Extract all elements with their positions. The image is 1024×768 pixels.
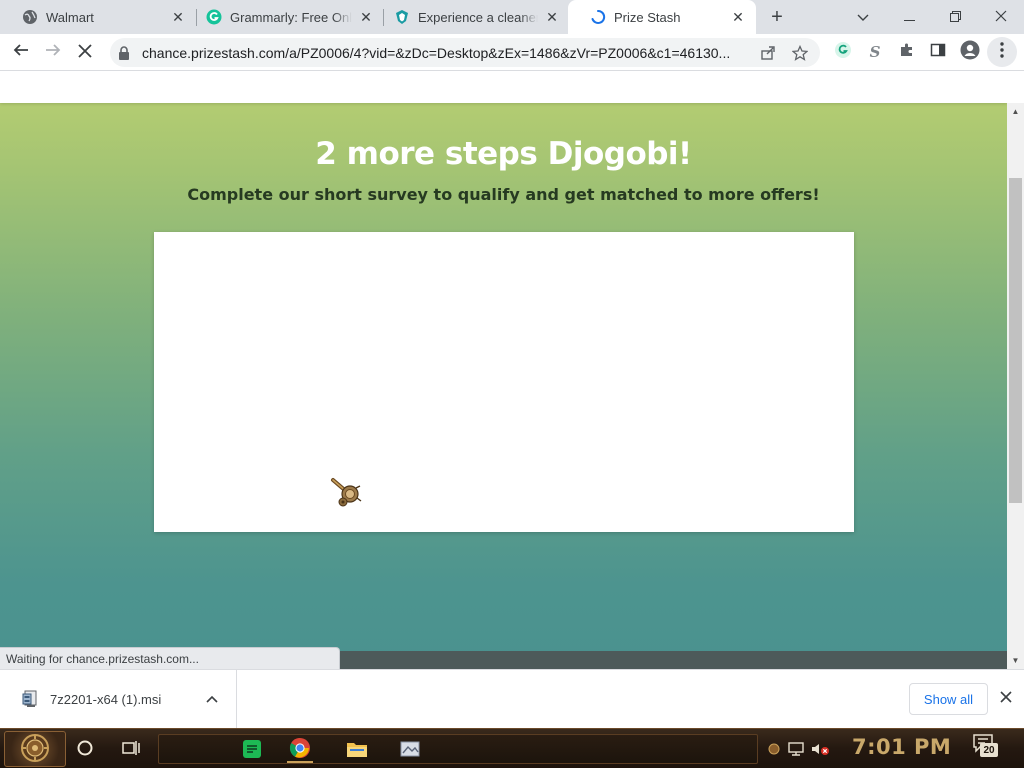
close-icon[interactable]: ✕ (730, 9, 746, 25)
page-scrollbar[interactable]: ▲ ▼ (1007, 103, 1024, 669)
kebab-menu-icon (1000, 41, 1004, 63)
arrow-left-icon (13, 42, 29, 63)
restore-button[interactable] (932, 0, 978, 34)
share-icon[interactable] (756, 41, 780, 65)
tray-app-icon[interactable] (764, 739, 784, 759)
close-window-button[interactable] (978, 0, 1024, 34)
circle-icon (77, 740, 93, 759)
tab-grammarly[interactable]: Grammarly: Free Online Writing Assistant… (184, 0, 384, 34)
scroll-up-arrow-icon[interactable]: ▲ (1007, 103, 1024, 120)
browser-toolbar: chance.prizestash.com/a/PZ0006/4?vid=&zD… (0, 34, 1024, 71)
volume-muted-icon[interactable] (810, 739, 830, 759)
close-icon (1000, 690, 1012, 708)
page-viewport: 2 more steps Djogobi! Complete our short… (0, 71, 1007, 669)
installer-file-icon (22, 690, 38, 708)
survey-frame[interactable] (154, 232, 854, 532)
close-shelf-button[interactable] (994, 687, 1018, 711)
menu-button[interactable] (987, 37, 1017, 67)
task-view-button[interactable] (116, 734, 146, 764)
download-file-name: 7z2201-x64 (1).msi (50, 691, 162, 707)
extensions-button[interactable] (892, 37, 922, 67)
lock-icon[interactable] (118, 45, 132, 60)
tab-prize-stash[interactable]: Prize Stash ✕ (568, 0, 756, 34)
download-shelf: 7z2201-x64 (1).msi Show all (0, 669, 1024, 728)
chevron-up-icon[interactable] (202, 689, 222, 709)
avatar-icon (960, 40, 980, 65)
globe-icon (22, 9, 38, 25)
media-app[interactable] (397, 737, 423, 763)
scrollbar-thumb[interactable] (1009, 178, 1022, 503)
tab-title: Experience a cleaner internet (418, 9, 538, 25)
sticky-notes-app[interactable] (239, 737, 265, 763)
close-icon (995, 9, 1007, 25)
grammarly-icon (206, 9, 222, 25)
close-icon[interactable]: ✕ (544, 9, 560, 25)
arrow-right-icon (45, 42, 61, 63)
tab-search-button[interactable] (840, 0, 886, 34)
shield-icon (394, 9, 410, 25)
minimize-icon (903, 9, 915, 25)
puzzle-icon (899, 42, 915, 63)
tab-title: Walmart (46, 9, 94, 25)
profile-button[interactable] (955, 37, 985, 67)
loading-cursor-icon (330, 476, 364, 510)
tab-experience-cleaner-internet[interactable]: Experience a cleaner internet ✕ (372, 0, 570, 34)
page-subtitle: Complete our short survey to qualify and… (187, 185, 820, 204)
page-title: 2 more steps Djogobi! (315, 136, 692, 172)
loading-spinner-icon (590, 9, 606, 25)
grammarly-extension-button[interactable] (828, 37, 858, 67)
status-bubble: Waiting for chance.prizestash.com... (0, 647, 340, 669)
taskbar-apps (158, 734, 758, 764)
chrome-icon (289, 737, 311, 762)
s-extension-icon: S (869, 43, 881, 61)
stop-loading-button[interactable] (70, 37, 100, 67)
chrome-app[interactable] (287, 737, 313, 763)
clock[interactable]: 7:01 PM (852, 735, 951, 759)
close-icon (78, 42, 92, 63)
tab-title: Grammarly: Free Online Writing Assistant (230, 9, 352, 25)
start-button[interactable] (4, 731, 66, 767)
notification-count-badge: 20 (980, 743, 998, 757)
task-view-icon (122, 740, 140, 759)
steampunk-start-icon (20, 733, 50, 766)
windows-taskbar: 7:01 PM 20 (0, 728, 1024, 768)
url-text[interactable]: chance.prizestash.com/a/PZ0006/4?vid=&zD… (142, 45, 754, 61)
tab-title: Prize Stash (614, 9, 681, 25)
show-all-button[interactable]: Show all (909, 683, 988, 715)
chevron-down-icon (857, 9, 869, 25)
file-explorer-app[interactable] (344, 737, 370, 763)
restore-icon (949, 9, 961, 25)
notes-icon (242, 739, 262, 762)
star-icon[interactable] (788, 41, 812, 65)
side-panel-button[interactable] (923, 37, 953, 67)
new-tab-button[interactable]: + (764, 6, 790, 28)
media-icon (399, 739, 421, 762)
s-extension-button[interactable]: S (860, 37, 890, 67)
action-center-button[interactable]: 20 (972, 733, 1000, 761)
network-icon[interactable] (786, 739, 806, 759)
address-bar[interactable]: chance.prizestash.com/a/PZ0006/4?vid=&zD… (110, 38, 820, 67)
download-item[interactable]: 7z2201-x64 (1).msi (0, 670, 237, 728)
page-header-bar (0, 71, 1007, 103)
tab-strip: Walmart ✕ Grammarly: Free Online Writing… (0, 0, 1024, 34)
folder-icon (346, 740, 368, 761)
cortana-button[interactable] (70, 734, 100, 764)
hero-background: 2 more steps Djogobi! Complete our short… (0, 103, 1007, 669)
side-panel-icon (930, 42, 946, 63)
minimize-button[interactable] (886, 0, 932, 34)
forward-button[interactable] (38, 37, 68, 67)
grammarly-extension-icon (834, 41, 852, 64)
scroll-down-arrow-icon[interactable]: ▼ (1007, 652, 1024, 669)
back-button[interactable] (6, 37, 36, 67)
tab-walmart[interactable]: Walmart ✕ (0, 0, 196, 34)
